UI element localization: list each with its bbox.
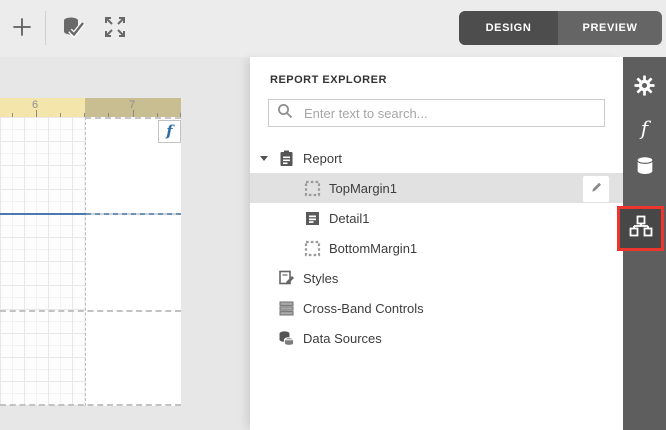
styles-icon <box>278 270 295 287</box>
toolbar-divider <box>45 11 46 45</box>
expander-arrow-icon[interactable] <box>260 156 278 161</box>
expressions-icon: f <box>641 118 648 138</box>
cross-band-icon <box>278 300 295 317</box>
report-designer-app: DESIGN PREVIEW 6 7 f <box>0 0 666 430</box>
search-input[interactable] <box>302 105 596 122</box>
horizontal-ruler: 6 7 <box>0 98 181 117</box>
mode-tabs: DESIGN PREVIEW <box>459 11 662 45</box>
tree-item-label: Styles <box>303 271 338 286</box>
band-separator-line[interactable] <box>0 213 86 215</box>
validate-datasource-icon <box>60 14 86 45</box>
detail-band-icon <box>304 210 321 227</box>
report-explorer-panel: REPORT EXPLORER <box>250 57 623 430</box>
margin-band-icon <box>304 180 321 197</box>
panel-title: REPORT EXPLORER <box>270 74 387 86</box>
edit-band-button[interactable] <box>582 175 610 203</box>
fullscreen-icon <box>103 15 127 44</box>
design-surface: 6 7 f <box>0 57 250 430</box>
toolbar: DESIGN PREVIEW <box>0 0 666 58</box>
tree-item-label: Cross-Band Controls <box>303 301 424 316</box>
ruler-tick <box>36 110 37 117</box>
validate-bindings-button[interactable] <box>57 13 89 45</box>
tree-item-label: BottomMargin1 <box>329 241 417 256</box>
tree-item-label: TopMargin1 <box>329 181 397 196</box>
fullscreen-button[interactable] <box>99 13 131 45</box>
band-separator-line-extension <box>86 213 181 215</box>
ruler-tick <box>133 110 134 117</box>
tab-preview[interactable]: PREVIEW <box>558 11 662 45</box>
expressions-button[interactable]: f <box>623 108 666 148</box>
tree-item-detail1[interactable]: Detail1 <box>250 203 623 233</box>
fx-icon: f <box>166 124 172 139</box>
search-box <box>268 99 605 127</box>
tab-design[interactable]: DESIGN <box>459 11 558 45</box>
band-bottom-dashed-line <box>0 310 181 312</box>
data-sources-icon <box>278 330 295 347</box>
add-control-button[interactable] <box>6 13 38 45</box>
pencil-icon <box>589 180 603 199</box>
tree-item-data-sources[interactable]: Data Sources <box>250 323 623 353</box>
properties-button[interactable] <box>623 68 666 108</box>
tree-item-cross-band-controls[interactable]: Cross-Band Controls <box>250 293 623 323</box>
tree-item-label: Report <box>303 151 342 166</box>
report-explorer-icon <box>629 214 653 243</box>
settings-icon <box>633 74 656 102</box>
margin-band-icon <box>304 240 321 257</box>
tree-item-bottommargin1[interactable]: BottomMargin1 <box>250 233 623 263</box>
page-top-edge-dashed <box>85 117 181 119</box>
report-explorer-button[interactable] <box>620 209 661 248</box>
field-list-icon <box>634 155 656 182</box>
report-icon <box>278 150 295 167</box>
tree-item-report[interactable]: Report <box>250 143 623 173</box>
explorer-tree: Report TopMargin1 <box>250 143 623 353</box>
tree-item-styles[interactable]: Styles <box>250 263 623 293</box>
page-grid <box>0 117 86 406</box>
tree-item-topmargin1[interactable]: TopMargin1 <box>250 173 623 203</box>
search-icon <box>277 103 293 124</box>
tree-item-label: Detail1 <box>329 211 369 226</box>
expression-fx-button[interactable]: f <box>158 120 181 143</box>
plus-icon <box>10 15 34 44</box>
highlight-annotation-box <box>617 206 664 251</box>
tree-item-label: Data Sources <box>303 331 382 346</box>
page-bottom-dashed-line <box>0 404 181 406</box>
report-page-canvas[interactable]: f <box>0 117 181 406</box>
field-list-button[interactable] <box>623 148 666 188</box>
